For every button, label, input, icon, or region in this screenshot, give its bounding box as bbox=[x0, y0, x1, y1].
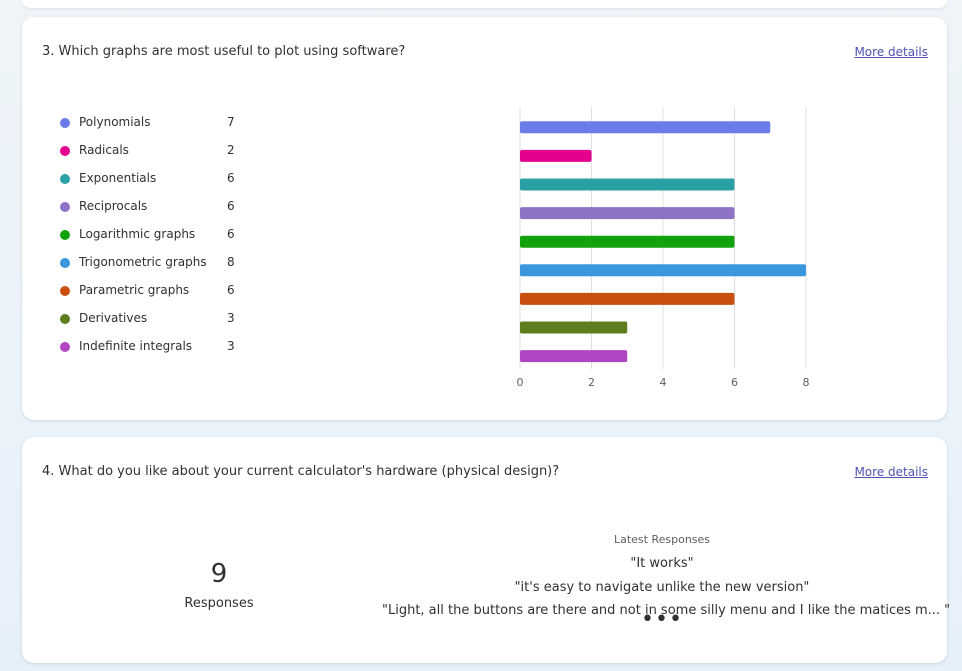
bar-reciprocals[interactable] bbox=[520, 207, 735, 220]
legend-item: Derivatives 3 bbox=[60, 311, 260, 339]
bar-derivatives[interactable] bbox=[520, 321, 628, 334]
legend-count: 7 bbox=[227, 115, 235, 129]
legend-label: Trigonometric graphs bbox=[79, 255, 207, 269]
legend-item: Radicals 2 bbox=[60, 143, 260, 171]
legend-label: Logarithmic graphs bbox=[79, 227, 196, 241]
more-responses-icon[interactable]: ••• bbox=[382, 609, 942, 631]
legend-dot bbox=[60, 118, 70, 128]
bar-polynomials[interactable] bbox=[520, 121, 771, 134]
legend-count: 3 bbox=[227, 311, 235, 325]
bar-logarithmic-graphs[interactable] bbox=[520, 235, 735, 248]
x-tick-label: 6 bbox=[731, 376, 738, 389]
legend-dot bbox=[60, 202, 70, 212]
legend-count: 8 bbox=[227, 255, 235, 269]
latest-response: "it's easy to navigate unlike the new ve… bbox=[514, 580, 810, 595]
legend-dot bbox=[60, 258, 70, 268]
bar-parametric-graphs[interactable] bbox=[520, 292, 735, 305]
legend-count: 3 bbox=[227, 339, 235, 353]
legend-dot bbox=[60, 230, 70, 240]
legend-dot bbox=[60, 314, 70, 324]
legend-dot bbox=[60, 286, 70, 296]
previous-card-bottom bbox=[22, 0, 947, 8]
x-tick-label: 4 bbox=[660, 376, 667, 389]
legend-count: 6 bbox=[227, 227, 235, 241]
question-3-card: 3. Which graphs are most useful to plot … bbox=[22, 17, 947, 420]
bar-exponentials[interactable] bbox=[520, 178, 735, 191]
question-4-card: 4. What do you like about your current c… bbox=[22, 437, 950, 663]
legend-item: Trigonometric graphs 8 bbox=[60, 255, 260, 283]
legend-label: Parametric graphs bbox=[79, 283, 190, 297]
legend-item: Indefinite integrals 3 bbox=[60, 339, 260, 367]
legend-label: Polynomials bbox=[79, 115, 151, 129]
legend-count: 6 bbox=[227, 283, 235, 297]
bar-radicals[interactable] bbox=[520, 149, 592, 162]
latest-response: "It works" bbox=[630, 556, 694, 571]
legend-item: Reciprocals 6 bbox=[60, 199, 260, 227]
chart-legend: Polynomials 7 Radicals 2 Exponentials 6 Rec… bbox=[60, 115, 260, 367]
x-tick-label: 0 bbox=[517, 376, 524, 389]
bar-chart: 0 2 4 6 8 bbox=[517, 107, 810, 389]
latest-responses-heading: Latest Responses bbox=[613, 533, 711, 546]
legend-dot bbox=[60, 174, 70, 184]
legend-item: Exponentials 6 bbox=[60, 171, 260, 199]
x-tick-label: 2 bbox=[588, 376, 595, 389]
legend-count: 6 bbox=[227, 171, 235, 185]
legend-label: Indefinite integrals bbox=[79, 339, 193, 353]
more-details-link-q3[interactable]: More details bbox=[854, 45, 928, 59]
more-details-link-q4[interactable]: More details bbox=[854, 465, 928, 479]
legend-count: 2 bbox=[227, 143, 235, 157]
legend-count: 6 bbox=[227, 199, 235, 213]
response-count: 9 bbox=[210, 559, 228, 589]
legend-dot bbox=[60, 146, 70, 156]
bar-trigonometric-graphs[interactable] bbox=[520, 264, 806, 277]
legend-item: Polynomials 7 bbox=[60, 115, 260, 143]
bar-indefinite-integrals[interactable] bbox=[520, 350, 628, 363]
legend-item: Parametric graphs 6 bbox=[60, 283, 260, 311]
legend-label: Derivatives bbox=[79, 311, 148, 325]
question-3-title: 3. Which graphs are most useful to plot … bbox=[42, 44, 406, 59]
responses-label: Responses bbox=[184, 596, 254, 611]
legend-dot bbox=[60, 342, 70, 352]
question-4-title: 4. What do you like about your current c… bbox=[42, 464, 560, 479]
legend-label: Exponentials bbox=[79, 171, 157, 185]
legend-item: Logarithmic graphs 6 bbox=[60, 227, 260, 255]
legend-label: Radicals bbox=[79, 143, 129, 157]
x-tick-label: 8 bbox=[803, 376, 810, 389]
legend-label: Reciprocals bbox=[79, 199, 148, 213]
